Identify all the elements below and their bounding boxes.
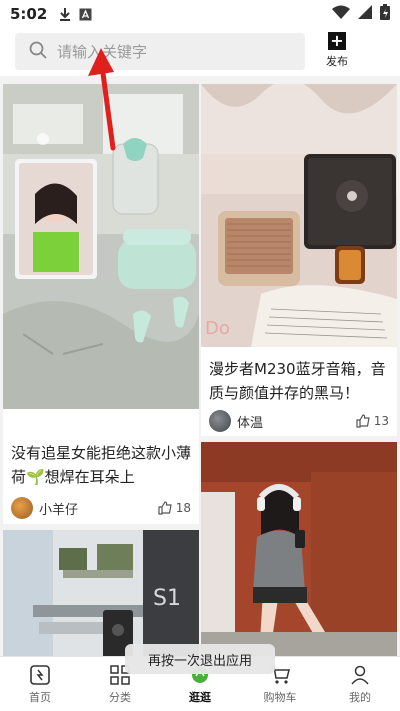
avatar (209, 410, 231, 432)
plus-icon: + (328, 32, 346, 50)
like-button[interactable]: 18 (158, 501, 191, 515)
thumbs-up-icon (356, 414, 370, 428)
post-meta: 体温 13 (209, 409, 389, 433)
post-meta: 小羊仔 18 (11, 496, 191, 520)
status-time: 5:02 (10, 5, 48, 23)
post-card[interactable]: Do 漫步者M230蓝牙音箱，音质与颜值并存的黑马！ 体温 13 (201, 84, 397, 436)
publish-button[interactable]: + 发布 (318, 32, 356, 69)
tab-label: 逛逛 (189, 690, 211, 704)
tab-label: 首页 (29, 690, 51, 704)
tab-label: 分类 (109, 690, 131, 704)
feed: 没有追星女能拒绝这款小薄荷🌱想焊在耳朵上 小羊仔 18 Do 漫步者M230蓝牙… (0, 84, 400, 656)
signal-icon (358, 5, 372, 23)
like-count: 18 (175, 501, 191, 515)
header: 请输入关键字 + 发布 (0, 28, 400, 76)
post-card[interactable]: 没有追星女能拒绝这款小薄荷🌱想焊在耳朵上 小羊仔 18 (3, 84, 199, 524)
search-icon (29, 41, 57, 63)
like-button[interactable]: 13 (356, 414, 389, 428)
download-icon (59, 7, 71, 21)
search-input[interactable]: 请输入关键字 (15, 33, 305, 70)
home-icon (30, 664, 50, 685)
thumbs-up-icon (158, 501, 172, 515)
post-image: Do (201, 84, 397, 347)
post-image (3, 84, 199, 409)
wifi-icon (332, 5, 350, 23)
post-card[interactable]: S1 (3, 530, 199, 656)
tab-home[interactable]: 首页 (0, 657, 80, 711)
publish-label: 发布 (326, 55, 348, 68)
author-name: 小羊仔 (39, 502, 79, 518)
tab-label: 购物车 (263, 690, 297, 704)
post-card[interactable] (201, 442, 397, 656)
status-bar: 5:02 (0, 0, 400, 28)
app-a-icon (79, 8, 92, 21)
tab-label: 我的 (349, 690, 371, 704)
post-title: 没有追星女能拒绝这款小薄荷🌱想焊在耳朵上 (11, 444, 192, 486)
svg-text:Do: Do (205, 318, 230, 339)
like-count: 13 (373, 414, 389, 428)
avatar (11, 497, 33, 519)
svg-text:S1: S1 (153, 586, 181, 611)
post-title: 漫步者M230蓝牙音箱，音质与颜值并存的黑马！ (209, 360, 386, 402)
tab-mine[interactable]: 我的 (320, 657, 400, 711)
author-name: 体温 (237, 415, 264, 431)
battery-icon (380, 4, 390, 24)
post-image (201, 442, 397, 656)
post-image: S1 (3, 530, 199, 656)
search-placeholder: 请输入关键字 (57, 43, 148, 61)
exit-toast: 再按一次退出应用 (125, 644, 275, 674)
user-icon (351, 665, 369, 684)
